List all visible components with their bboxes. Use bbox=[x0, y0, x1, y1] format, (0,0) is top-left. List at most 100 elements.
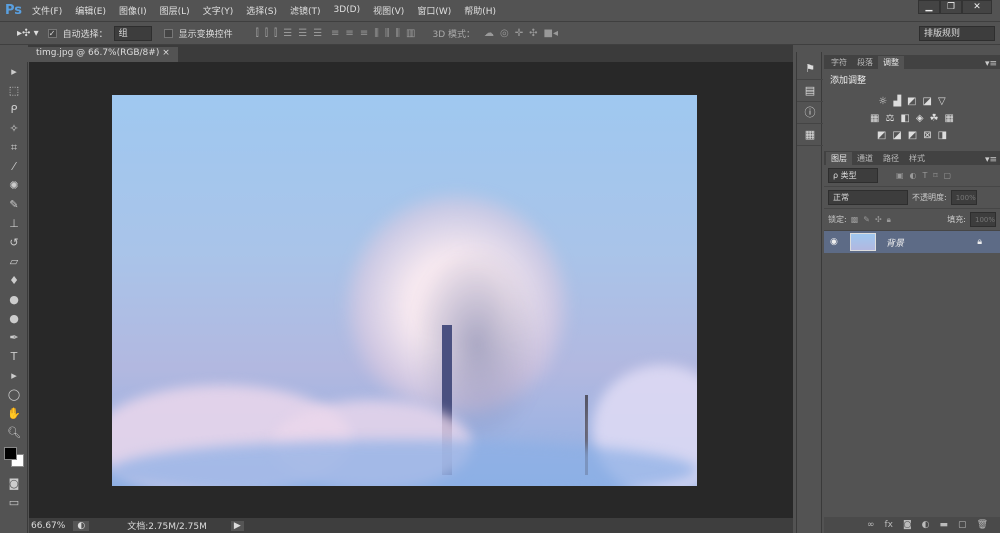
info-panel-icon[interactable]: ⓘ bbox=[797, 102, 823, 124]
blur-tool-icon[interactable]: ● bbox=[0, 290, 28, 309]
fill-input[interactable]: 100% bbox=[970, 212, 996, 227]
fx-icon[interactable]: fx bbox=[884, 520, 893, 530]
paint-bucket-icon[interactable]: ♦ bbox=[0, 271, 28, 290]
swatches-panel-icon[interactable]: ▦ bbox=[797, 124, 823, 146]
status-menu-arrow-icon[interactable]: ▶ bbox=[230, 520, 244, 531]
screen-mode-icon[interactable]: ▭ bbox=[0, 493, 28, 512]
restore-button[interactable]: ❐ bbox=[940, 0, 962, 14]
adjustment-layer-icon[interactable]: ◐ bbox=[922, 520, 930, 530]
gradient-map-icon[interactable]: ◨ bbox=[938, 130, 947, 141]
zoom-level[interactable]: 66.67% bbox=[31, 521, 65, 531]
close-tab-icon[interactable]: × bbox=[162, 48, 170, 58]
new-group-icon[interactable]: ▬ bbox=[940, 520, 949, 530]
hue-saturation-icon[interactable]: ▦ bbox=[870, 113, 879, 124]
quick-mask-icon[interactable]: ◙ bbox=[0, 474, 28, 493]
color-balance-icon[interactable]: ⚖ bbox=[885, 113, 894, 124]
status-bar: 66.67% ◐ 文档:2.75M/2.75M ▶ bbox=[29, 518, 793, 533]
lasso-tool-icon[interactable]: ᑭ bbox=[0, 100, 28, 119]
menu-layer[interactable]: 图层(L) bbox=[160, 4, 190, 17]
history-panel-icon[interactable]: ⚑ bbox=[797, 58, 823, 80]
add-mask-icon[interactable]: ◙ bbox=[903, 520, 912, 530]
color-swatches[interactable] bbox=[0, 442, 27, 474]
ellipse-tool-icon[interactable]: ◯ bbox=[0, 385, 28, 404]
delete-layer-icon[interactable]: 🗑︎ bbox=[977, 520, 988, 530]
opacity-input[interactable]: 100% bbox=[950, 190, 977, 205]
close-button[interactable]: ✕ bbox=[962, 0, 992, 14]
photo-filter-icon[interactable]: ◈ bbox=[916, 113, 924, 124]
align-icons[interactable]: ⫿ ⫿ ⫿ ☰ ☰ ☰ ≡ ≡ ≡ ⫼ ⫼ ⫼ ▥ bbox=[253, 28, 419, 39]
selective-color-icon[interactable]: ⊠ bbox=[923, 130, 931, 141]
tab-paths[interactable]: 路径 bbox=[878, 152, 904, 165]
levels-icon[interactable]: ▟ bbox=[893, 96, 901, 107]
layer-row[interactable]: ◉ 背景 🔒︎ bbox=[824, 231, 1000, 253]
panel-menu-icon[interactable]: ▾≡ bbox=[985, 59, 997, 69]
adjustment-icons-row-3: ◩ ◪ ◩ ⊠ ◨ bbox=[824, 130, 1000, 141]
invert-icon[interactable]: ◩ bbox=[877, 130, 886, 141]
curves-icon[interactable]: ◩ bbox=[907, 96, 916, 107]
tab-channels[interactable]: 通道 bbox=[852, 152, 878, 165]
brightness-icon[interactable]: ☼ bbox=[878, 96, 887, 107]
eraser-tool-icon[interactable]: ▱ bbox=[0, 252, 28, 271]
layer-filter-dropdown[interactable]: ρ 类型 bbox=[828, 168, 878, 183]
workspace-dropdown[interactable]: 排版规则 bbox=[919, 25, 995, 41]
menu-window[interactable]: 窗口(W) bbox=[417, 4, 451, 17]
document-tab[interactable]: timg.jpg @ 66.7%(RGB/8#) × bbox=[28, 47, 178, 62]
blend-mode-dropdown[interactable]: 正常 bbox=[828, 190, 908, 205]
brush-tool-icon[interactable]: ✎ bbox=[0, 195, 28, 214]
eyedropper-tool-icon[interactable]: ⁄ bbox=[0, 157, 28, 176]
tab-paragraph[interactable]: 段落 bbox=[852, 56, 878, 69]
menu-select[interactable]: 选择(S) bbox=[246, 4, 277, 17]
color-lookup-icon[interactable]: ▦ bbox=[945, 113, 954, 124]
visibility-eye-icon[interactable]: ◉ bbox=[830, 237, 838, 247]
new-layer-icon[interactable]: ▢ bbox=[958, 520, 967, 530]
menu-view[interactable]: 视图(V) bbox=[373, 4, 404, 17]
move-tool-icon[interactable]: ▸ bbox=[0, 62, 28, 81]
foreground-color-swatch[interactable] bbox=[4, 447, 17, 460]
path-select-icon[interactable]: ▸ bbox=[0, 366, 28, 385]
dodge-tool-icon[interactable]: ● bbox=[0, 309, 28, 328]
marquee-tool-icon[interactable]: ⬚ bbox=[0, 81, 28, 100]
crop-tool-icon[interactable]: ⌗ bbox=[0, 138, 28, 157]
auto-select-dropdown[interactable]: 组 bbox=[113, 25, 152, 41]
menu-filter[interactable]: 滤镜(T) bbox=[290, 4, 321, 17]
posterize-icon[interactable]: ◪ bbox=[892, 130, 901, 141]
menu-3d[interactable]: 3D(D) bbox=[334, 5, 361, 15]
vibrance-icon[interactable]: ▽ bbox=[938, 96, 946, 107]
zoom-tool-icon[interactable]: 🔍︎ bbox=[0, 423, 28, 442]
history-brush-icon[interactable]: ↺ bbox=[0, 233, 28, 252]
move-tool-icon[interactable]: ▸✣ ▾ bbox=[17, 28, 39, 39]
menu-help[interactable]: 帮助(H) bbox=[464, 4, 496, 17]
options-bar: ▸✣ ▾ ✓ 自动选择： 组 显示变换控件 ⫿ ⫿ ⫿ ☰ ☰ ☰ ≡ ≡ ≡ ⫼ ⫼ ⫼ ▥ 3D … bbox=[0, 21, 1000, 45]
filter-type-icons[interactable]: ▣◐T⌑▢ bbox=[896, 171, 957, 180]
document-image[interactable] bbox=[112, 95, 697, 486]
properties-panel-icon[interactable]: ▤ bbox=[797, 80, 823, 102]
menu-edit[interactable]: 编辑(E) bbox=[75, 4, 106, 17]
minimize-button[interactable]: ▁ bbox=[918, 0, 940, 14]
panel-menu-icon[interactable]: ▾≡ bbox=[985, 155, 997, 165]
hand-tool-icon[interactable]: ✋ bbox=[0, 404, 28, 423]
status-options-icon[interactable]: ◐ bbox=[73, 520, 90, 531]
threshold-icon[interactable]: ◩ bbox=[908, 130, 917, 141]
auto-select-checkbox[interactable]: ✓ bbox=[47, 28, 57, 38]
menu-type[interactable]: 文字(Y) bbox=[203, 4, 234, 17]
menu-file[interactable]: 文件(F) bbox=[32, 4, 62, 17]
show-transform-checkbox[interactable] bbox=[163, 28, 173, 38]
healing-brush-icon[interactable]: ✺ bbox=[0, 176, 28, 195]
exposure-icon[interactable]: ◪ bbox=[922, 96, 931, 107]
tab-styles[interactable]: 样式 bbox=[904, 152, 930, 165]
tab-layers[interactable]: 图层 bbox=[826, 152, 852, 165]
black-white-icon[interactable]: ◧ bbox=[900, 113, 909, 124]
3d-mode-icons[interactable]: ☁ ◎ ✛ ✣ ■◂ bbox=[481, 28, 561, 39]
tab-character[interactable]: 字符 bbox=[826, 56, 852, 69]
channel-mixer-icon[interactable]: ☘ bbox=[930, 113, 939, 124]
stamp-tool-icon[interactable]: ⊥ bbox=[0, 214, 28, 233]
magic-wand-tool-icon[interactable]: ✧ bbox=[0, 119, 28, 138]
canvas-area[interactable] bbox=[29, 62, 793, 518]
opacity-label: 不透明度: bbox=[912, 193, 947, 202]
link-layers-icon[interactable]: ∞ bbox=[867, 520, 875, 530]
pen-tool-icon[interactable]: ✒ bbox=[0, 328, 28, 347]
lock-icons[interactable]: ▩✎✣🔒︎ bbox=[851, 215, 896, 225]
tab-adjustments[interactable]: 调整 bbox=[878, 56, 904, 69]
menu-image[interactable]: 图像(I) bbox=[119, 4, 147, 17]
type-tool-icon[interactable]: T bbox=[0, 347, 28, 366]
